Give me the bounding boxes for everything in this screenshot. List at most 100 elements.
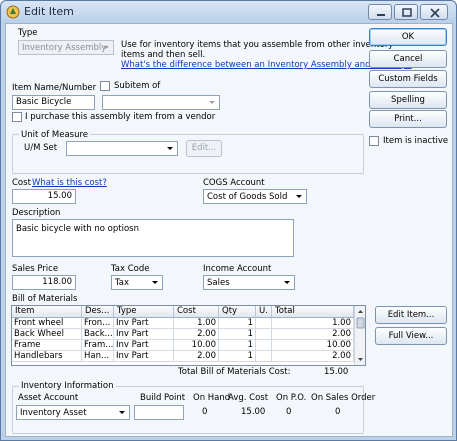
print-button[interactable]: Print...	[369, 110, 447, 128]
bom-total-value: 15.00	[324, 367, 349, 377]
bill-of-materials-table[interactable]: Item Des... Type Cost Qty U. Total Front…	[11, 305, 366, 366]
column-header-description[interactable]: Des...	[82, 306, 114, 318]
assembly-vs-group-help-link[interactable]: What's the difference between an Invento…	[121, 60, 412, 70]
purchase-from-vendor-checkbox[interactable]	[12, 112, 22, 122]
column-header-um[interactable]: U.	[256, 306, 272, 318]
scrollbar-arrows-icon	[356, 310, 365, 361]
chevron-down-icon	[284, 281, 290, 284]
avg-cost-value: 15.00	[241, 407, 266, 417]
table-cell-cost: 2.00	[174, 329, 219, 340]
table-cell-qty[interactable]: 1	[219, 318, 256, 329]
avg-cost-label: Avg. Cost	[228, 393, 269, 403]
income-account-label: Income Account	[203, 264, 272, 274]
item-inactive-checkbox[interactable]	[369, 136, 379, 146]
description-label: Description	[12, 208, 61, 218]
cancel-button[interactable]: Cancel	[369, 50, 447, 68]
type-description-line1: Use for inventory items that you assembl…	[121, 40, 394, 50]
table-cell-qty[interactable]: 1	[219, 351, 256, 362]
description-textarea[interactable]: Basic bicycle with no optiosn	[12, 219, 294, 257]
table-cell-total: 2.00	[272, 329, 354, 340]
table-cell-type: Inv Part	[114, 318, 174, 329]
window-title: Edit Item	[24, 5, 74, 18]
table-cell-description[interactable]: Fron...	[82, 318, 114, 329]
chevron-down-icon	[103, 46, 109, 49]
table-cell-um[interactable]	[256, 318, 272, 329]
maximize-button[interactable]	[394, 4, 418, 20]
on-hand-label: On Hand	[193, 393, 231, 403]
edit-item-window: Edit Item Type Inventory Assembly Use fo…	[0, 0, 457, 441]
income-account-select[interactable]: Sales	[203, 275, 295, 290]
subitem-checkbox[interactable]	[100, 81, 110, 91]
custom-fields-button[interactable]: Custom Fields	[369, 70, 447, 88]
table-cell-total: 2.00	[272, 351, 354, 362]
chevron-down-icon	[167, 147, 173, 150]
bom-total-label: Total Bill of Materials Cost:	[178, 367, 291, 377]
table-cell-um[interactable]	[256, 351, 272, 362]
chevron-down-icon	[209, 101, 215, 104]
um-set-select[interactable]	[66, 141, 178, 156]
full-view-button[interactable]: Full View...	[375, 327, 447, 345]
table-cell-type: Inv Part	[114, 351, 174, 362]
column-header-item[interactable]: Item	[12, 306, 82, 318]
on-sales-order-label: On Sales Order	[311, 393, 376, 403]
ok-button[interactable]: OK	[369, 28, 447, 46]
table-scrollbar[interactable]	[354, 306, 365, 365]
table-cell-item[interactable]: Back Wheel	[12, 329, 82, 340]
table-cell-description[interactable]: Han...	[82, 351, 114, 362]
column-header-type[interactable]: Type	[114, 306, 174, 318]
purchase-from-vendor-label: I purchase this assembly item from a ven…	[25, 112, 216, 122]
asset-account-select[interactable]: Inventory Asset	[16, 405, 130, 420]
minimize-button[interactable]	[368, 4, 392, 20]
title-bar[interactable]: Edit Item	[1, 1, 456, 23]
tax-code-select[interactable]: Tax	[111, 275, 163, 290]
sales-price-label: Sales Price	[12, 264, 59, 274]
on-sales-order-value: 0	[335, 407, 341, 417]
table-cell-um[interactable]	[256, 340, 272, 351]
minimize-icon	[377, 14, 385, 16]
table-cell-item[interactable]: Front wheel	[12, 318, 82, 329]
cogs-account-select[interactable]: Cost of Goods Sold	[203, 189, 307, 204]
table-cell-cost: 2.00	[174, 351, 219, 362]
cogs-account-value: Cost of Goods Sold	[207, 192, 288, 202]
table-cell-item[interactable]: Frame	[12, 340, 82, 351]
close-icon	[430, 8, 440, 18]
table-cell-qty[interactable]: 1	[219, 329, 256, 340]
edit-item-button[interactable]: Edit Item...	[375, 306, 447, 324]
table-cell-qty[interactable]: 1	[219, 340, 256, 351]
table-cell-item[interactable]: Handlebars	[12, 351, 82, 362]
type-description-line2: items and then sell.	[121, 50, 206, 60]
asset-account-label: Asset Account	[18, 393, 79, 403]
column-header-total[interactable]: Total	[272, 306, 354, 318]
chevron-down-icon	[152, 281, 158, 284]
subitem-select[interactable]	[102, 95, 220, 110]
app-icon	[6, 5, 20, 19]
column-header-qty[interactable]: Qty	[219, 306, 256, 318]
table-cell-description[interactable]: Fram...	[82, 340, 114, 351]
cost-input[interactable]: 15.00	[12, 189, 76, 204]
on-po-value: 0	[286, 407, 292, 417]
subitem-label: Subitem of	[114, 81, 161, 91]
um-edit-button[interactable]: Edit...	[186, 140, 222, 157]
cost-label: Cost	[12, 178, 31, 188]
table-cell-total: 10.00	[272, 340, 354, 351]
cogs-account-label: COGS Account	[203, 178, 265, 188]
table-cell-cost: 10.00	[174, 340, 219, 351]
build-point-label: Build Point	[140, 393, 186, 403]
table-cell-type: Inv Part	[114, 340, 174, 351]
what-is-this-cost-link[interactable]: What is this cost?	[32, 178, 107, 188]
column-header-cost[interactable]: Cost	[174, 306, 219, 318]
build-point-input[interactable]	[134, 405, 184, 420]
table-cell-description[interactable]: Back...	[82, 329, 114, 340]
sales-price-input[interactable]: 118.00	[12, 275, 76, 290]
type-select[interactable]: Inventory Assembly	[18, 40, 114, 55]
item-name-input[interactable]: Basic Bicycle	[12, 95, 95, 110]
maximize-icon	[402, 8, 412, 17]
edit-item-form: Type Inventory Assembly Use for inventor…	[5, 23, 453, 437]
table-cell-um[interactable]	[256, 329, 272, 340]
item-inactive-label: Item is inactive	[383, 136, 449, 146]
spelling-button[interactable]: Spelling	[369, 91, 447, 109]
tax-code-label: Tax Code	[111, 264, 150, 274]
bill-of-materials-label: Bill of Materials	[12, 294, 78, 304]
type-label: Type	[18, 28, 38, 38]
close-button[interactable]	[420, 4, 448, 20]
